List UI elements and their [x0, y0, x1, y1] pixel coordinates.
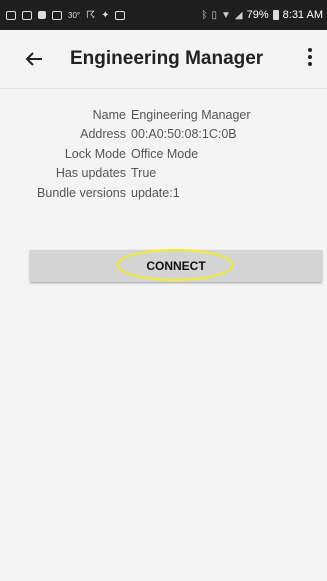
detail-label: Address: [80, 127, 126, 142]
battery-icon: [272, 10, 279, 20]
detail-value: 00:A0:50:08:1C:0B: [131, 127, 237, 142]
detail-value: Office Mode: [131, 146, 199, 161]
lock-details: Name Engineering Manager Address 00:A0:5…: [0, 105, 327, 203]
detail-label: Has updates: [55, 166, 126, 181]
detail-value: Engineering Manager: [131, 107, 251, 122]
detail-label: Lock Mode: [64, 146, 126, 161]
detail-value: True: [131, 166, 157, 181]
clock: 8:31 AM: [282, 9, 323, 21]
vibrate-icon: ▯: [211, 9, 217, 21]
signal-icon: ◢: [234, 9, 243, 21]
detail-value: update:1: [131, 185, 180, 200]
puzzle-icon: ✦: [101, 9, 110, 21]
battery-percent: 79%: [246, 9, 269, 21]
detail-label: Name: [92, 107, 126, 122]
detail-row-has-updates: Has updates True: [0, 164, 327, 184]
notification-icons: 30° ☈ ✦: [0, 9, 126, 21]
detail-row-lock-mode: Lock Mode Office Mode: [0, 144, 327, 164]
bluetooth-icon: ᛒ: [201, 9, 208, 21]
app-bar: Engineering Manager: [0, 30, 327, 89]
connect-area: CONNECT: [30, 249, 322, 282]
detail-row-address: Address 00:A0:50:08:1C:0B: [0, 125, 327, 145]
more-options-icon[interactable]: [307, 48, 313, 68]
gmail-icon: [22, 10, 32, 20]
detail-row-bundle-versions: Bundle versions update:1: [0, 183, 327, 203]
system-icons: ᛒ ▯ ▼ ◢ 79% 8:31 AM: [201, 0, 323, 30]
accessibility-icon: ☈: [86, 9, 96, 21]
notes-icon: [115, 10, 126, 20]
status-bar: 30° ☈ ✦ ᛒ ▯ ▼ ◢ 79% 8:31 AM: [0, 0, 327, 30]
back-arrow-icon[interactable]: [22, 47, 46, 71]
photo-icon: [38, 11, 46, 19]
detail-label: Bundle versions: [37, 185, 126, 200]
detail-row-name: Name Engineering Manager: [0, 105, 327, 125]
message-icon: [6, 10, 16, 20]
temperature-icon: 30°: [68, 10, 81, 20]
page-title: Engineering Manager: [70, 48, 264, 69]
image-icon: [52, 10, 62, 20]
connect-button[interactable]: CONNECT: [30, 250, 322, 282]
wifi-icon: ▼: [221, 9, 231, 21]
